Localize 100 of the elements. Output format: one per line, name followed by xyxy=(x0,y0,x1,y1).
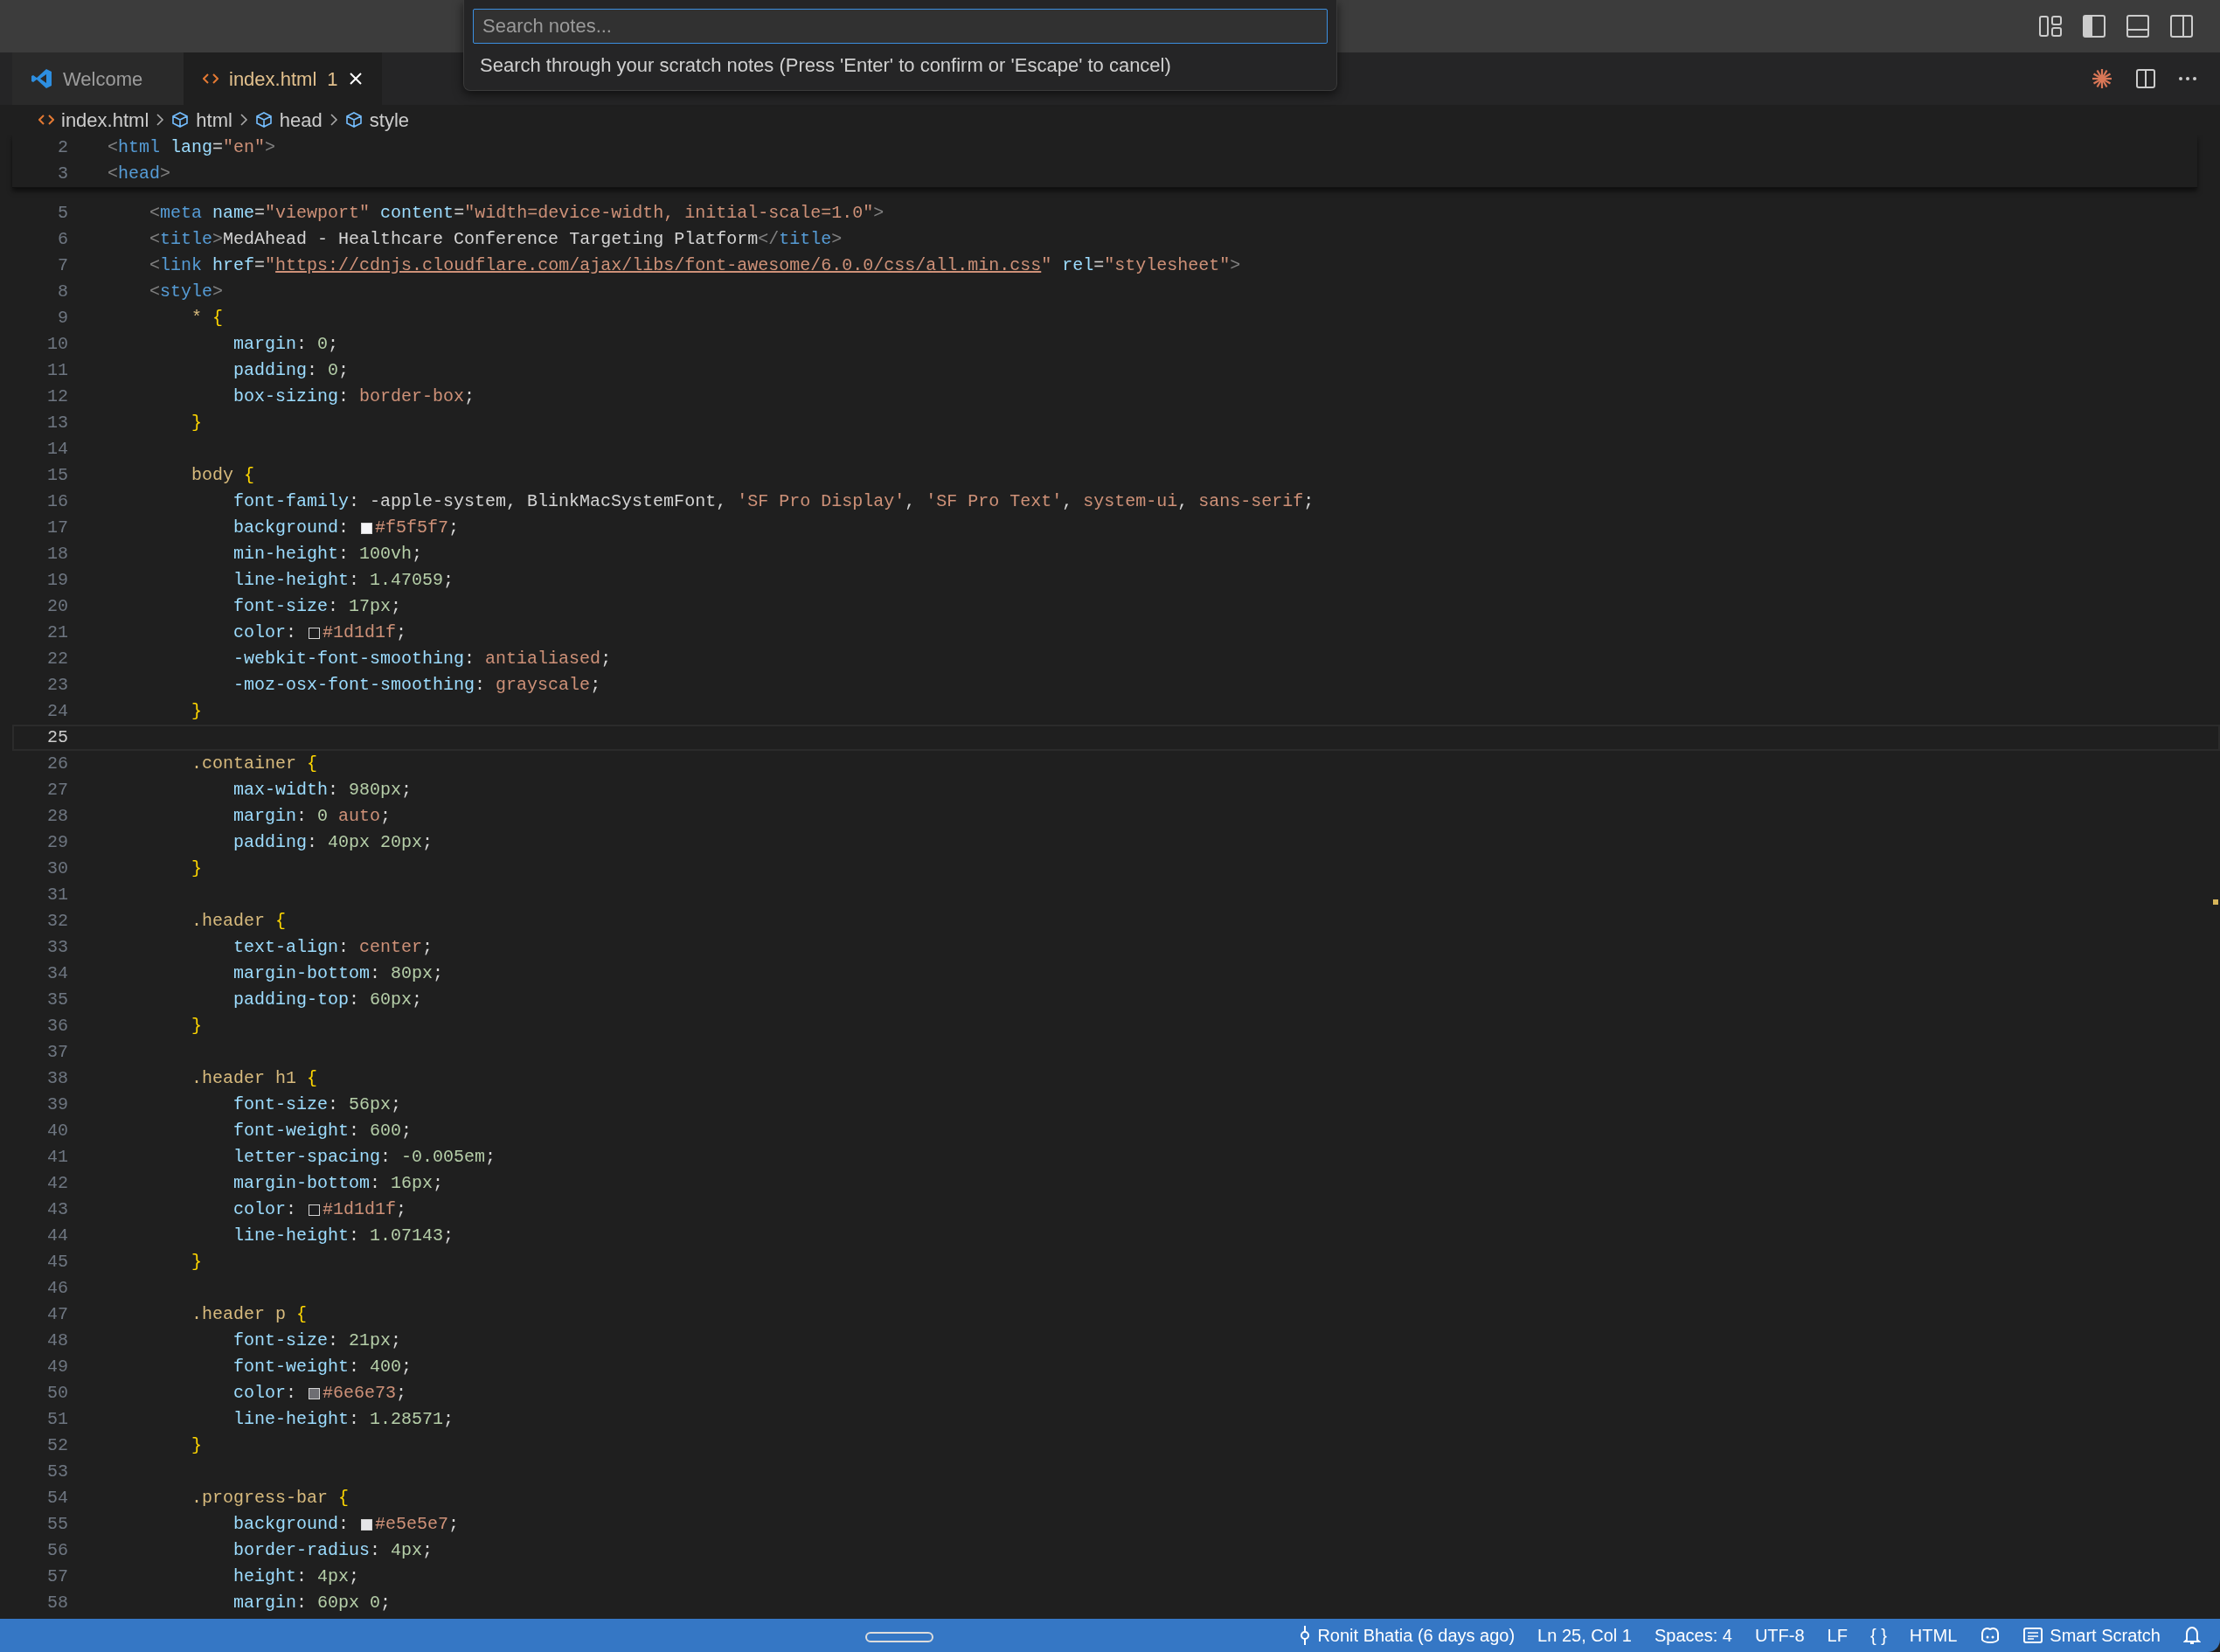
editor-tab[interactable]: Welcome xyxy=(12,52,184,105)
layout-icon[interactable] xyxy=(2038,14,2063,38)
line-number: 28 xyxy=(46,805,68,828)
code-text: box-sizing: border-box; xyxy=(233,385,475,408)
color-swatch[interactable] xyxy=(309,1387,321,1399)
line-number: 26 xyxy=(46,753,68,775)
code-text: } xyxy=(191,1015,203,1038)
color-swatch[interactable] xyxy=(309,1204,321,1216)
code-text: .header p { xyxy=(191,1303,308,1326)
line-number: 5 xyxy=(57,202,68,225)
cube-icon xyxy=(254,111,273,128)
line-number: 40 xyxy=(46,1120,68,1142)
code-text: .header { xyxy=(191,910,287,933)
code-text: } xyxy=(191,412,203,434)
status-item[interactable]: UTF-8 xyxy=(1754,1622,1805,1649)
code-text: font-size: 17px; xyxy=(233,595,402,618)
status-item[interactable]: Ronit Bhatia (6 days ago) xyxy=(1300,1622,1516,1649)
line-number: 47 xyxy=(46,1303,68,1326)
line-number: 16 xyxy=(46,490,68,513)
code-text: <style> xyxy=(149,281,224,303)
line-number: 22 xyxy=(46,648,68,670)
line-number: 36 xyxy=(46,1015,68,1038)
code-text: color: xyxy=(233,1198,298,1221)
line-number: 50 xyxy=(46,1382,68,1405)
code-text: <title>MedAhead - Healthcare Conference Targeting Platform</title> xyxy=(149,228,843,251)
breadcrumb-item[interactable]: style xyxy=(369,105,410,135)
line-number: 48 xyxy=(46,1329,68,1352)
line-number: 58 xyxy=(46,1592,68,1614)
link[interactable]: https://cdnjs.cloudflare.com/ajax/libs/font-awesome/6.0.0/css/all.min.css xyxy=(275,255,1042,275)
starburst-icon[interactable] xyxy=(2091,67,2113,90)
more-icon[interactable] xyxy=(2178,76,2197,81)
code-text: #6e6e73; xyxy=(323,1382,407,1405)
code-text: <link href="https://cdnjs.cloudflare.com/ajax/libs/font-awesome/6.0.0/css/all.min.css" rel="stylesheet"> xyxy=(149,254,1241,277)
note-icon xyxy=(2023,1628,2043,1643)
code-text: -moz-osx-font-smoothing: grayscale; xyxy=(233,674,601,697)
breadcrumb-item[interactable]: head xyxy=(279,105,323,135)
code-text: .container { xyxy=(191,753,318,775)
code-text: background: xyxy=(233,1513,350,1536)
status-item[interactable]: HTML xyxy=(1909,1622,1958,1649)
color-swatch[interactable] xyxy=(309,627,321,639)
code-text: line-height: 1.07143; xyxy=(233,1225,454,1247)
code-text: color: xyxy=(233,1382,298,1405)
cube-icon xyxy=(171,111,190,128)
status-item[interactable]: LF xyxy=(1827,1622,1848,1649)
sidebar-right-icon[interactable] xyxy=(2169,14,2194,38)
code-text: margin: 60px 0; xyxy=(233,1592,392,1614)
code-text: font-size: 56px; xyxy=(233,1093,402,1116)
code-text: * { xyxy=(191,307,224,330)
color-swatch[interactable] xyxy=(361,522,373,534)
helmet-icon[interactable] xyxy=(1980,1626,2001,1645)
code-text: .header h1 { xyxy=(191,1067,318,1090)
line-number: 24 xyxy=(46,700,68,723)
line-number: 44 xyxy=(46,1225,68,1247)
line-number: 13 xyxy=(46,412,68,434)
code-text: #1d1d1f; xyxy=(323,621,407,644)
line-number: 20 xyxy=(46,595,68,618)
code-text: padding-top: 60px; xyxy=(233,989,423,1011)
line-number: 34 xyxy=(46,962,68,985)
code-text: line-height: 1.28571; xyxy=(233,1408,454,1431)
code-text: line-height: 1.47059; xyxy=(233,569,454,592)
status-item[interactable]: { } xyxy=(1870,1622,1887,1649)
line-number: 39 xyxy=(46,1093,68,1116)
line-number: 42 xyxy=(46,1172,68,1195)
line-number: 6 xyxy=(57,228,68,251)
line-number: 55 xyxy=(46,1513,68,1536)
panel-bottom-icon[interactable] xyxy=(2126,14,2150,38)
breadcrumb-item[interactable]: html xyxy=(196,105,232,135)
code-editor-logo-icon xyxy=(31,68,52,89)
code-text: background: xyxy=(233,517,350,539)
line-number: 46 xyxy=(46,1277,68,1300)
code-text: text-align: center; xyxy=(233,936,434,959)
line-number: 17 xyxy=(46,517,68,539)
line-number: 43 xyxy=(46,1198,68,1221)
code-text: font-weight: 600; xyxy=(233,1120,413,1142)
sidebar-left-icon[interactable] xyxy=(2082,14,2106,38)
code-text: #e5e5e7; xyxy=(375,1513,460,1536)
line-number: 49 xyxy=(46,1356,68,1378)
line-number: 56 xyxy=(46,1539,68,1562)
cube-icon xyxy=(344,111,363,128)
status-item[interactable]: Smart Scratch xyxy=(2023,1622,2161,1649)
code-text: height: 4px; xyxy=(233,1565,360,1588)
breadcrumb-item[interactable]: index.html xyxy=(61,105,149,135)
status-item[interactable]: Ln 25, Col 1 xyxy=(1537,1622,1632,1649)
line-number: 32 xyxy=(46,910,68,933)
search-field[interactable]: Search notes... xyxy=(473,9,1328,44)
code-text: .progress-bar { xyxy=(191,1487,350,1510)
color-swatch[interactable] xyxy=(361,1518,373,1531)
code-text: letter-spacing: -0.005em; xyxy=(233,1146,496,1169)
close-icon[interactable] xyxy=(348,72,363,86)
split-editor-icon[interactable] xyxy=(2136,69,2155,88)
code-text: } xyxy=(191,1434,203,1457)
line-number: 21 xyxy=(46,621,68,644)
file-code-icon xyxy=(203,72,219,86)
status-item[interactable]: Spaces: 4 xyxy=(1654,1622,1732,1649)
scroll-handle[interactable] xyxy=(865,1632,933,1642)
bell-icon[interactable] xyxy=(2183,1626,2201,1645)
editor-tab[interactable]: index.html 1 xyxy=(184,52,382,105)
code-text: margin-bottom: 16px; xyxy=(233,1172,444,1195)
commit-icon xyxy=(1300,1626,1311,1645)
code-text: color: xyxy=(233,621,298,644)
